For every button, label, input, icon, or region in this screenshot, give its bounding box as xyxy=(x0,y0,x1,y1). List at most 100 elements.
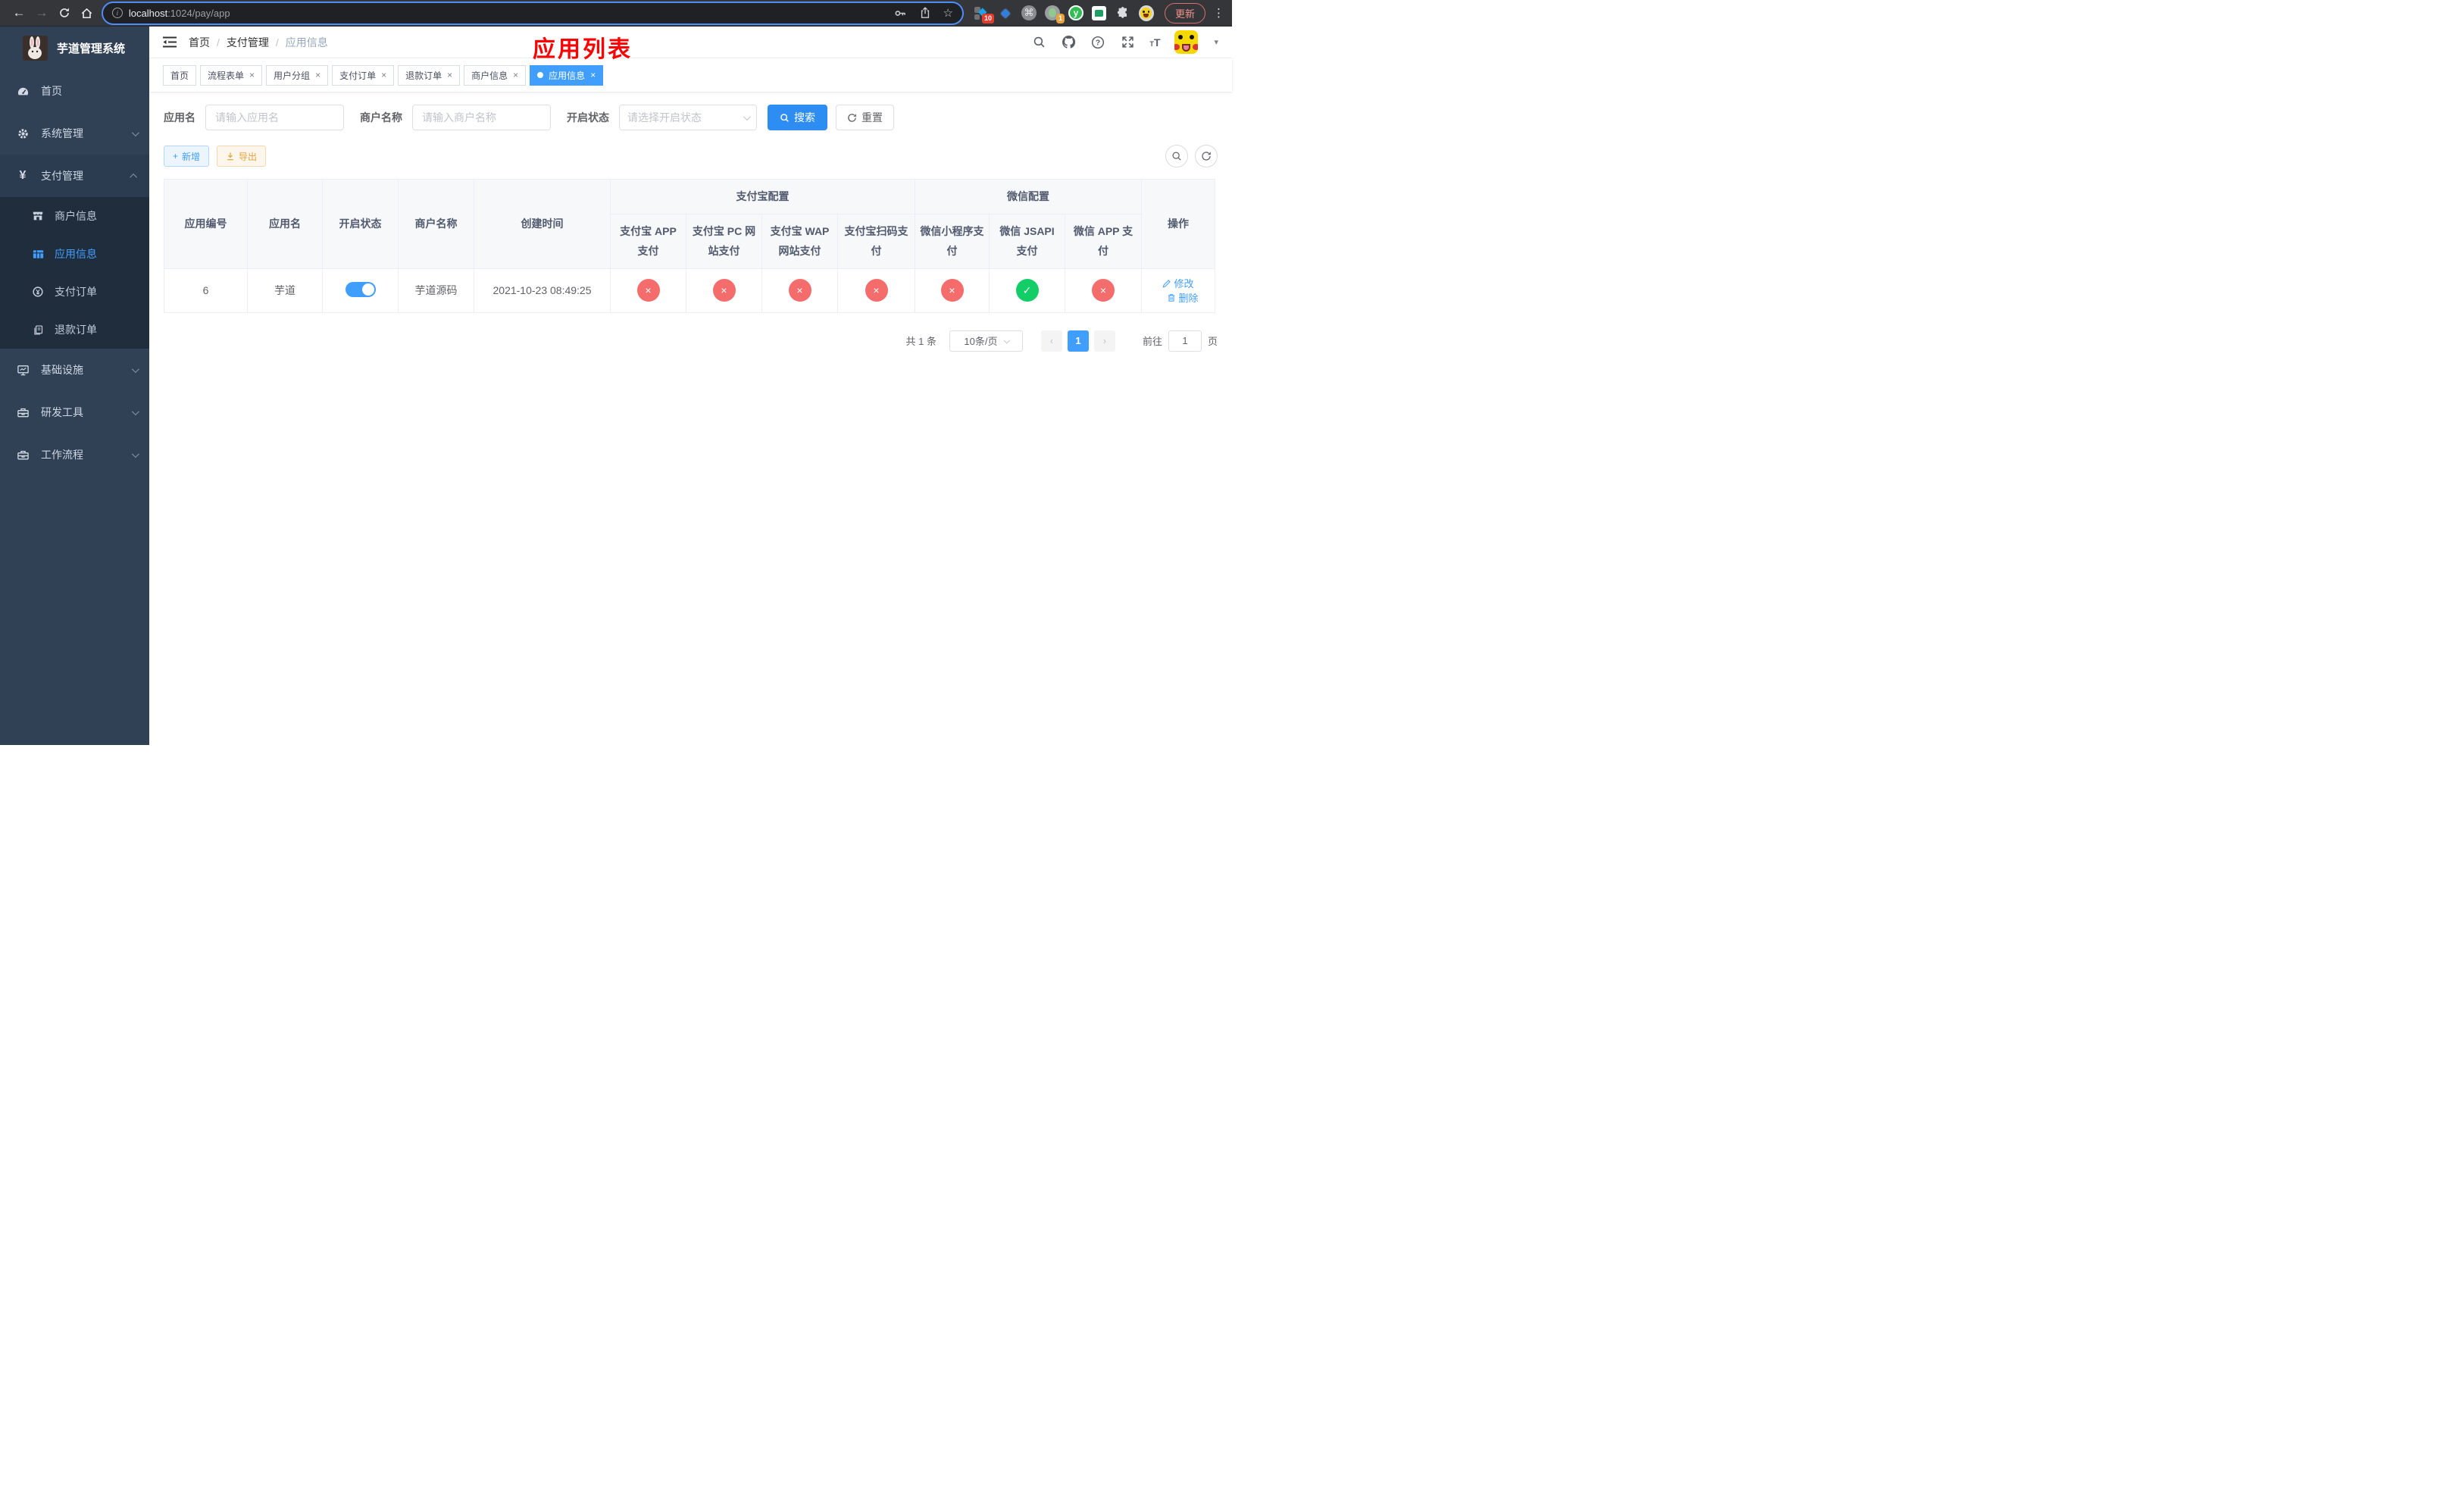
cell-app-id: 6 xyxy=(164,268,248,313)
group-alipay-config: 支付宝配置 xyxy=(610,179,915,214)
sidebar-collapse-icon[interactable] xyxy=(163,36,177,48)
breadcrumb-home[interactable]: 首页 xyxy=(189,35,210,50)
tampermonkey-extension-icon[interactable]: ◆ 10 xyxy=(974,5,994,23)
page-size-select[interactable]: 10条/页 xyxy=(949,330,1023,352)
profile-extension-icon[interactable]: 1 xyxy=(1044,5,1065,23)
tag-refund-orders[interactable]: 退款订单 × xyxy=(398,64,461,86)
sidebar-item-app-info[interactable]: 应用信息 xyxy=(0,235,149,273)
close-icon[interactable]: × xyxy=(447,70,452,80)
sidebar-item-refund-orders[interactable]: 退款订单 xyxy=(0,311,149,349)
fullscreen-icon[interactable] xyxy=(1120,35,1135,50)
chat-extension-icon[interactable] xyxy=(1092,5,1107,20)
tag-app-info[interactable]: 应用信息 × xyxy=(530,64,604,86)
emoji-extension-icon[interactable] xyxy=(1138,5,1154,21)
sidebar-item-label: 研发工具 xyxy=(41,406,83,418)
browser-reload-button[interactable] xyxy=(53,2,76,23)
reset-button[interactable]: 重置 xyxy=(836,105,894,130)
avatar-caret-icon[interactable]: ▾ xyxy=(1214,37,1218,47)
edit-button[interactable]: 修改 xyxy=(1162,276,1194,290)
col-alipay-app: 支付宝 APP 支付 xyxy=(610,213,686,269)
browser-home-button[interactable] xyxy=(76,2,98,23)
browser-menu-icon[interactable]: ⋮ xyxy=(1213,6,1224,20)
close-icon[interactable]: × xyxy=(513,70,518,80)
monitor-icon xyxy=(15,364,30,377)
col-status: 开启状态 xyxy=(322,179,399,269)
password-key-icon[interactable] xyxy=(894,7,907,20)
payment-submenu: 商户信息 应用信息 支付订单 退款订单 xyxy=(0,197,149,349)
next-page-button[interactable]: › xyxy=(1093,330,1115,352)
sidebar-item-system[interactable]: 系统管理 xyxy=(0,112,149,155)
reload-icon xyxy=(60,8,69,17)
sidebar-item-pay-orders[interactable]: 支付订单 xyxy=(0,273,149,311)
add-button[interactable]: + 新增 xyxy=(164,146,210,167)
bookmark-star-icon[interactable]: ☆ xyxy=(943,8,953,19)
documents-icon xyxy=(30,324,45,336)
sidebar-item-merchant-info[interactable]: 商户信息 xyxy=(0,197,149,235)
goto-page-input[interactable] xyxy=(1168,330,1202,352)
browser-forward-button[interactable]: → xyxy=(30,2,53,23)
tag-home[interactable]: 首页 xyxy=(163,64,197,86)
avatar[interactable] xyxy=(1174,30,1199,54)
sidebar-item-workflow[interactable]: 工作流程 xyxy=(0,434,149,476)
merchant-name-input[interactable] xyxy=(412,105,551,130)
browser-update-button[interactable]: 更新 xyxy=(1164,2,1205,23)
toggle-search-button[interactable] xyxy=(1165,145,1188,167)
tag-process-form[interactable]: 流程表单 × xyxy=(200,64,263,86)
extensions-area: ◆ 10 ◆ ⌘ 1 y xyxy=(974,5,1154,23)
pagination: 共 1 条 10条/页 ‹ 1 › 前往 页 xyxy=(164,330,1218,352)
url-bar[interactable]: i localhost:1024/pay/app ☆ xyxy=(102,2,962,23)
close-icon[interactable]: × xyxy=(590,70,596,80)
puzzle-extensions-icon[interactable] xyxy=(1115,5,1130,20)
browser-back-button[interactable]: ← xyxy=(8,2,30,23)
total-count: 共 1 条 xyxy=(905,336,937,348)
help-icon[interactable]: ? xyxy=(1090,35,1105,50)
enabled-toggle[interactable] xyxy=(345,281,376,297)
refresh-table-button[interactable] xyxy=(1195,145,1218,167)
app-name-input[interactable] xyxy=(205,105,344,130)
col-actions: 操作 xyxy=(1141,179,1215,269)
back-icon: ← xyxy=(12,5,26,20)
app-logo-row: 芋道管理系统 xyxy=(0,27,149,70)
breadcrumb-payment[interactable]: 支付管理 xyxy=(227,35,269,50)
github-icon[interactable] xyxy=(1061,35,1076,50)
header-search-icon[interactable] xyxy=(1031,35,1046,50)
chevron-down-icon xyxy=(1002,337,1010,344)
y-extension-icon[interactable]: y xyxy=(1068,5,1083,20)
app-table: 应用编号 应用名 开启状态 商户名称 创建时间 支付宝配置 微信配置 操作 支付… xyxy=(164,179,1215,313)
sidebar-item-infrastructure[interactable]: 基础设施 xyxy=(0,349,149,391)
toolbox-icon xyxy=(15,406,30,419)
tag-merchant-info[interactable]: 商户信息 × xyxy=(464,64,527,86)
grid-icon xyxy=(30,248,45,261)
coin-yen-icon xyxy=(30,286,45,298)
gem-extension-icon[interactable]: ◆ xyxy=(998,5,1013,20)
chevron-down-icon xyxy=(131,128,139,136)
sidebar-item-home[interactable]: 首页 xyxy=(0,70,149,112)
command-extension-icon[interactable]: ⌘ xyxy=(1021,5,1037,20)
extension-badge: 1 xyxy=(1055,14,1065,23)
app-name-label: 应用名 xyxy=(164,111,195,124)
close-icon[interactable]: × xyxy=(249,70,255,80)
sidebar-item-dev-tools[interactable]: 研发工具 xyxy=(0,391,149,434)
tag-pay-orders[interactable]: 支付订单 × xyxy=(332,64,395,86)
delete-button[interactable]: 删除 xyxy=(1167,290,1199,305)
col-alipay-wap: 支付宝 WAP 网站支付 xyxy=(761,213,838,269)
breadcrumb-current: 应用信息 xyxy=(285,36,328,49)
sidebar-item-label: 商户信息 xyxy=(55,210,97,222)
goto-suffix: 页 xyxy=(1207,336,1218,348)
export-button[interactable]: 导出 xyxy=(217,146,267,167)
refresh-icon xyxy=(1202,152,1211,161)
share-icon[interactable] xyxy=(919,7,931,19)
tag-user-group[interactable]: 用户分组 × xyxy=(266,64,329,86)
page-info-icon[interactable]: i xyxy=(111,8,123,18)
status-select[interactable]: 请选择开启状态 xyxy=(619,105,757,130)
sidebar-item-payment[interactable]: ¥ 支付管理 xyxy=(0,155,149,197)
search-button[interactable]: 搜索 xyxy=(768,105,827,130)
prev-page-button[interactable]: ‹ xyxy=(1040,330,1062,352)
font-size-icon[interactable]: TT xyxy=(1149,37,1160,48)
chevron-up-icon xyxy=(130,173,138,181)
page-number-button[interactable]: 1 xyxy=(1067,330,1089,352)
close-icon[interactable]: × xyxy=(315,70,321,80)
close-icon[interactable]: × xyxy=(381,70,386,80)
extension-badge: 10 xyxy=(981,14,994,23)
cell-merchant: 芋道源码 xyxy=(398,268,474,313)
